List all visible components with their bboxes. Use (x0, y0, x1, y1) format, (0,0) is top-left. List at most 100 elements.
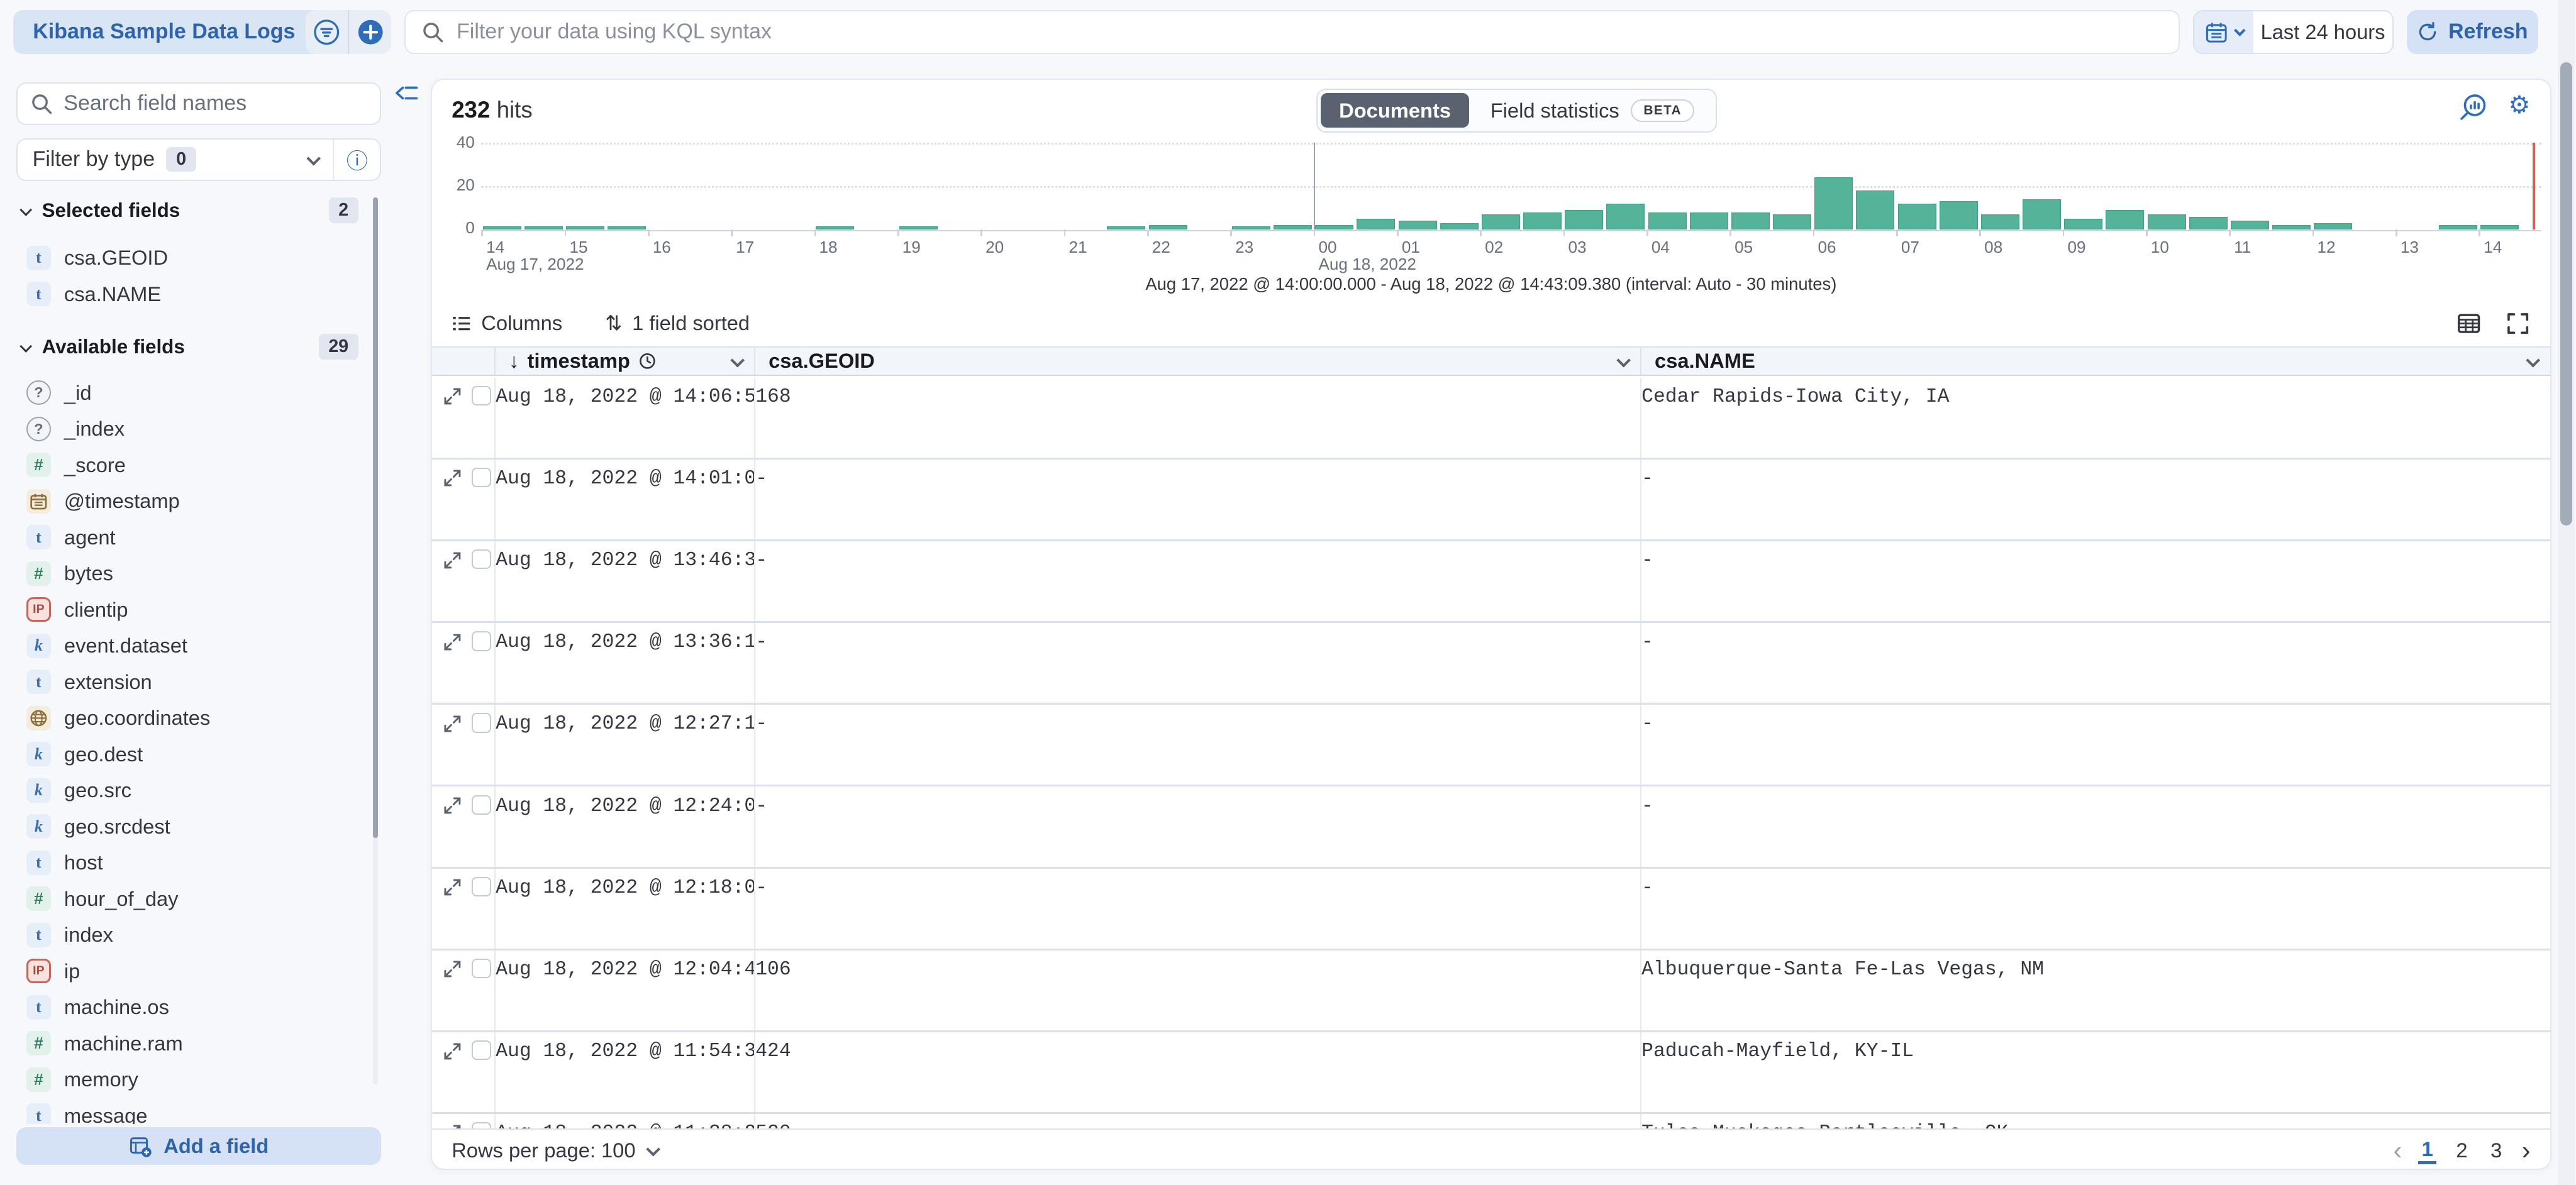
selected-fields-header[interactable]: Selected fields 2 (16, 196, 375, 225)
expand-row-icon[interactable] (443, 551, 462, 570)
field-item[interactable]: # machine.ram (16, 1025, 372, 1062)
time-range-value[interactable]: Last 24 hours (2253, 11, 2392, 53)
filter-by-type-select[interactable]: Filter by type 0 ⓘ (16, 138, 381, 181)
expand-row-icon[interactable] (443, 796, 462, 815)
inspect-button[interactable] (2459, 93, 2487, 121)
row-checkbox[interactable] (472, 468, 491, 487)
add-filter-button[interactable] (349, 10, 391, 55)
expand-row-icon[interactable] (443, 469, 462, 487)
field-item[interactable]: IP clientip (16, 592, 372, 628)
x-axis-tick-label: 22 (1152, 238, 1170, 257)
histogram-bar (2148, 214, 2186, 229)
kql-search-input[interactable] (457, 19, 2162, 44)
table-row: Aug 18, 2022 @ 11:28:27.926 520 Tulsa-Mu… (432, 1114, 2550, 1128)
sidebar-scrollbar[interactable] (373, 197, 378, 1085)
page-button-1[interactable]: 1 (2418, 1137, 2436, 1164)
field-item[interactable]: # hour_of_day (16, 881, 372, 917)
column-actions-chevron[interactable] (730, 353, 744, 367)
row-checkbox[interactable] (472, 1040, 491, 1060)
rows-per-page-button[interactable]: Rows per page: 100 (452, 1138, 657, 1162)
text-field-icon: t (26, 995, 51, 1020)
cell-timestamp: Aug 18, 2022 @ 11:28:27.926 (494, 1114, 754, 1128)
row-checkbox[interactable] (472, 713, 491, 732)
date-quick-select-button[interactable] (2194, 11, 2253, 53)
row-checkbox[interactable] (472, 631, 491, 651)
x-axis-tick (1397, 229, 1399, 236)
info-icon[interactable]: ⓘ (334, 144, 380, 175)
page-button-3[interactable]: 3 (2487, 1138, 2506, 1162)
tab-field-statistics[interactable]: Field statistics BETA (1472, 93, 1713, 128)
cell-csa-name: Albuquerque-Santa Fe-Las Vegas, NM (1640, 951, 2550, 1030)
field-search-box[interactable] (16, 82, 381, 125)
column-header-timestamp[interactable]: ↓ timestamp (494, 348, 754, 375)
field-item[interactable]: t message (16, 1098, 372, 1124)
field-item[interactable]: @timestamp (16, 483, 372, 519)
chart-options-button[interactable]: ⚙ (2508, 93, 2530, 121)
cell-timestamp: Aug 18, 2022 @ 12:27:14.527 (494, 705, 754, 785)
expand-row-icon[interactable] (443, 633, 462, 651)
hits-count: 232 (452, 97, 490, 123)
previous-page-button[interactable]: ‹ (2393, 1137, 2402, 1164)
available-fields-header[interactable]: Available fields 29 (16, 332, 375, 361)
field-item[interactable]: t csa.NAME (16, 276, 372, 312)
row-checkbox[interactable] (472, 386, 491, 405)
expand-row-icon[interactable] (443, 878, 462, 896)
page-scrollbar[interactable] (2558, 0, 2574, 1185)
field-item[interactable]: t extension (16, 664, 372, 700)
column-actions-chevron[interactable] (1616, 353, 1630, 367)
cell-timestamp: Aug 18, 2022 @ 14:06:51.816 (494, 378, 754, 458)
page-button-2[interactable]: 2 (2453, 1138, 2471, 1162)
field-item[interactable]: k event.dataset (16, 627, 372, 664)
column-header-csa-name[interactable]: csa.NAME (1640, 348, 2550, 375)
field-item[interactable]: t csa.GEOID (16, 240, 372, 277)
field-item[interactable]: ? _id (16, 375, 372, 411)
expand-row-icon[interactable] (443, 960, 462, 978)
field-item[interactable]: ? _index (16, 411, 372, 447)
tab-documents[interactable]: Documents (1321, 93, 1468, 128)
expand-row-icon[interactable] (443, 1042, 462, 1061)
next-page-button[interactable]: › (2522, 1137, 2531, 1164)
field-item[interactable]: k geo.dest (16, 736, 372, 773)
row-checkbox[interactable] (472, 877, 491, 896)
row-checkbox[interactable] (472, 549, 491, 569)
histogram-bar (1565, 210, 1603, 229)
field-item[interactable]: t machine.os (16, 989, 372, 1025)
expand-row-icon[interactable] (443, 715, 462, 733)
sort-fields-button[interactable]: ⇅ 1 field sorted (605, 311, 750, 335)
refresh-button[interactable]: Refresh (2407, 10, 2538, 55)
field-item[interactable]: # _score (16, 447, 372, 483)
field-item[interactable]: t index (16, 917, 372, 953)
x-axis-tick-label: 20 (985, 238, 1004, 257)
field-item[interactable]: IP ip (16, 953, 372, 989)
add-field-button[interactable]: Add a field (16, 1127, 381, 1165)
row-checkbox[interactable] (472, 1122, 491, 1128)
collapse-sidebar-icon[interactable] (394, 82, 419, 104)
y-axis-tick-40: 40 (432, 133, 475, 152)
fullscreen-button[interactable] (2506, 311, 2530, 336)
field-search-input[interactable] (64, 91, 367, 116)
row-checkbox[interactable] (472, 795, 491, 815)
field-item[interactable]: k geo.srcdest (16, 808, 372, 845)
field-item[interactable]: t agent (16, 519, 372, 556)
cell-timestamp: Aug 18, 2022 @ 13:46:36.315 (494, 541, 754, 621)
expand-row-icon[interactable] (443, 1124, 462, 1128)
field-item[interactable]: geo.coordinates (16, 700, 372, 736)
expand-row-icon[interactable] (443, 387, 462, 405)
refresh-icon (2417, 21, 2438, 43)
data-view-picker[interactable]: Kibana Sample Data Logs (13, 10, 338, 55)
column-actions-chevron[interactable] (2526, 353, 2540, 367)
columns-button[interactable]: Columns (452, 311, 562, 335)
display-density-button[interactable] (2457, 311, 2481, 336)
field-item[interactable]: # bytes (16, 555, 372, 592)
saved-query-menu-button[interactable] (306, 10, 348, 55)
field-item[interactable]: # memory (16, 1061, 372, 1098)
column-header-csa-geoid[interactable]: csa.GEOID (754, 348, 1640, 375)
hits-label: hits (497, 97, 533, 123)
field-item[interactable]: t host (16, 844, 372, 881)
field-item[interactable]: k geo.src (16, 772, 372, 808)
scrollbar-thumb[interactable] (2560, 62, 2572, 526)
kql-search-bar[interactable] (404, 10, 2180, 55)
x-axis-tick (1314, 229, 1316, 236)
histogram-plot-area[interactable]: 1415161718192021222300010203040506070809… (481, 143, 2541, 230)
row-checkbox[interactable] (472, 959, 491, 978)
